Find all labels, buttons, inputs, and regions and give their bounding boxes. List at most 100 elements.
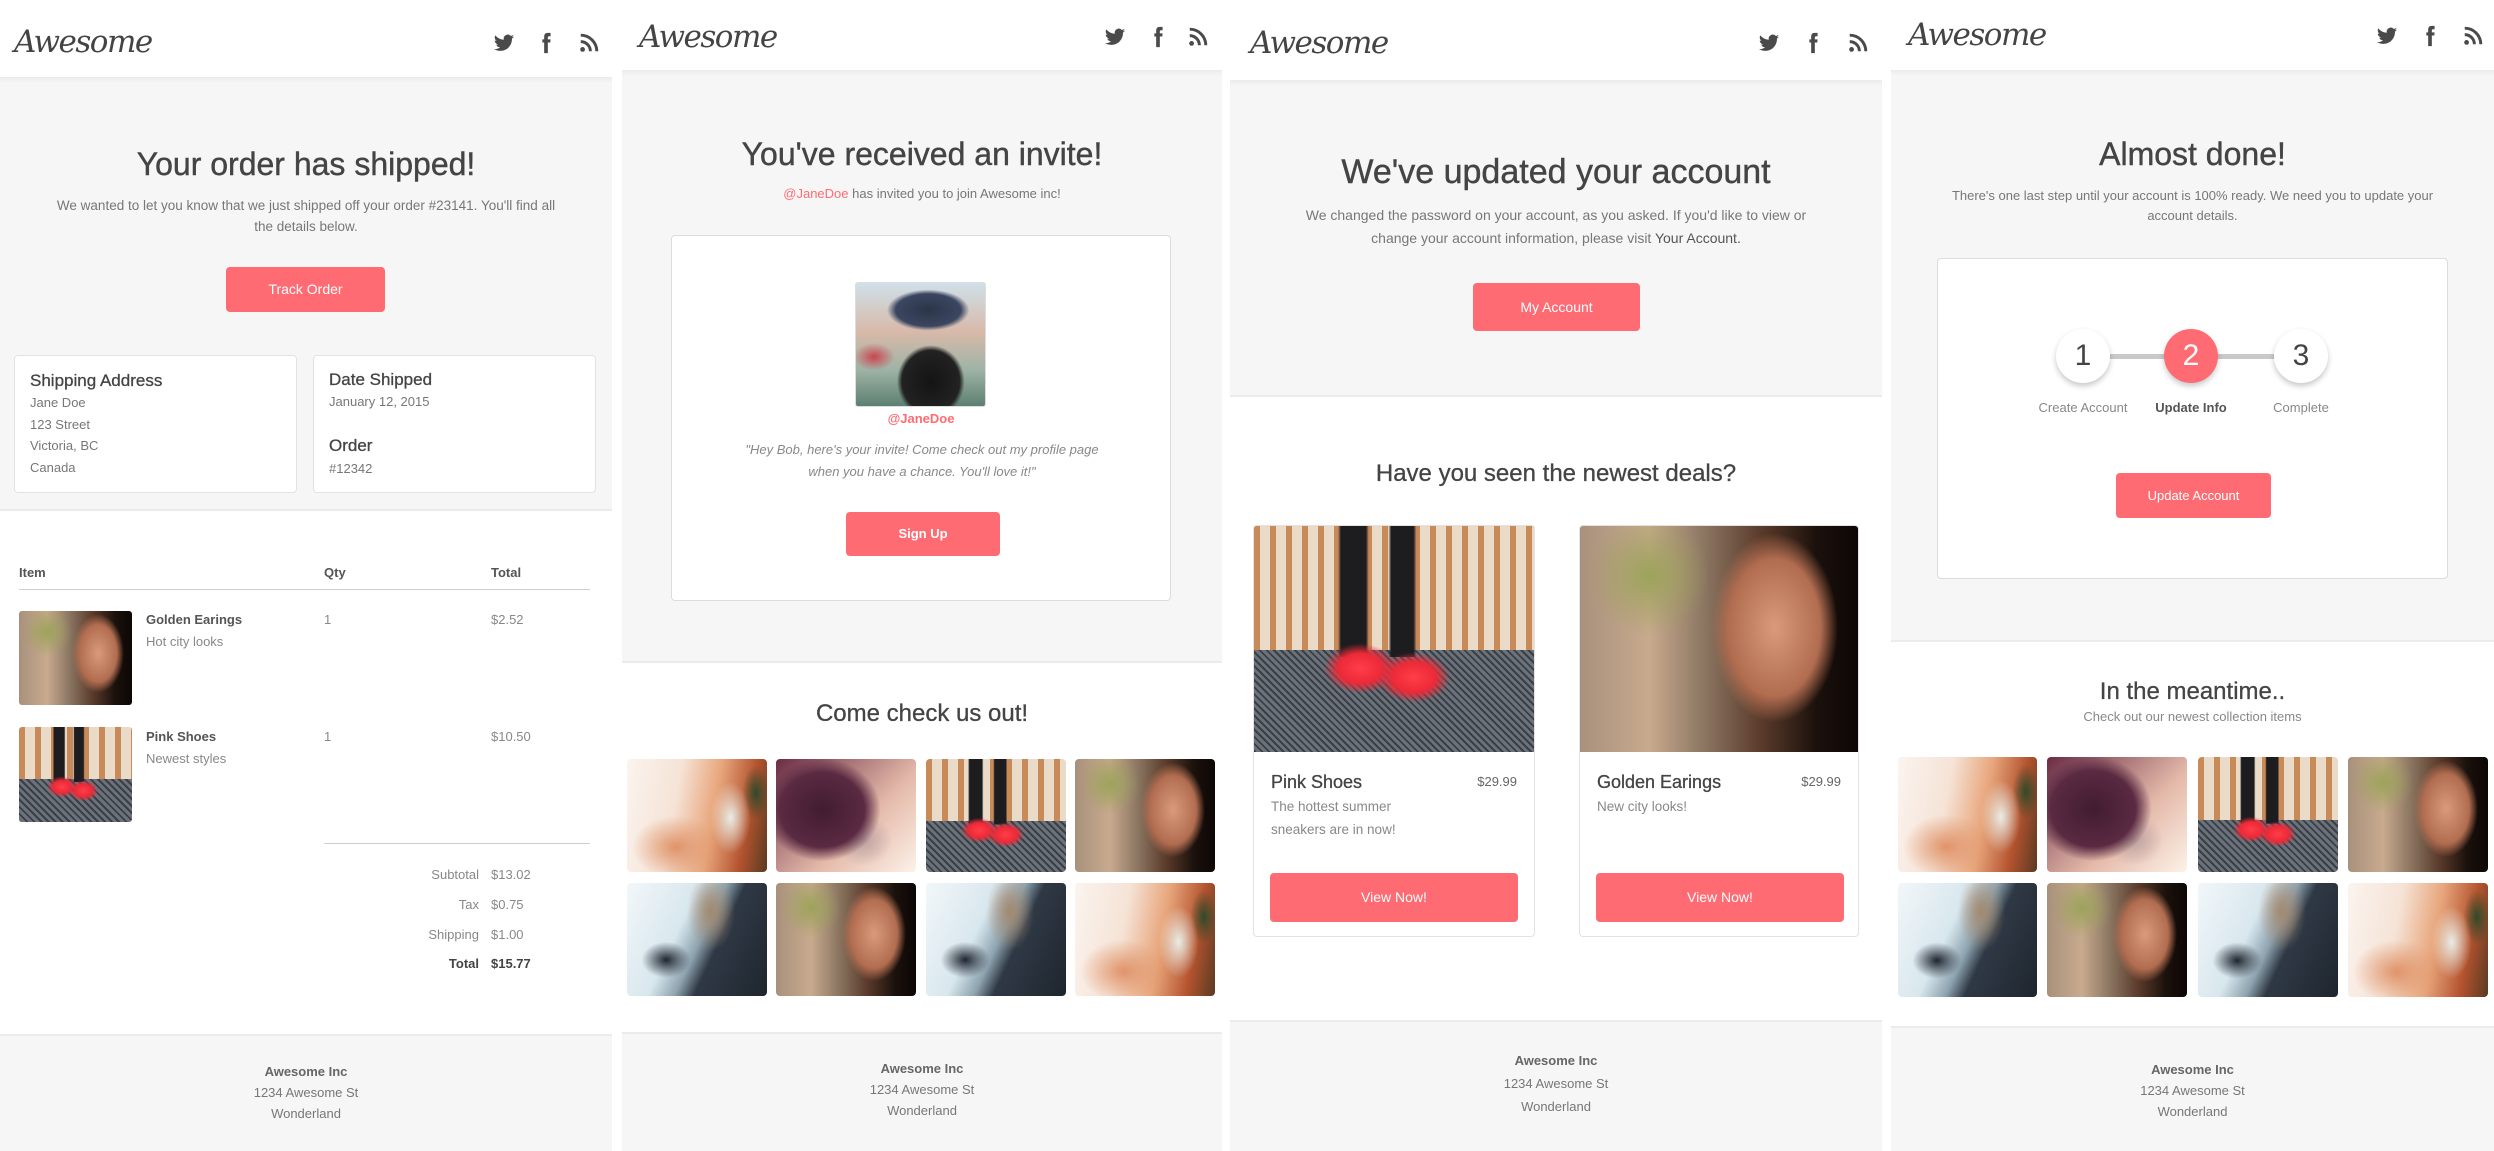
footer-address: Awesome Inc 1234 Awesome St Wonderland [0,1061,612,1124]
footer-city: Wonderland [2157,1104,2228,1119]
column-header-qty: Qty [324,565,346,580]
meantime-subtitle: Check out our newest collection items [2083,709,2302,724]
deal-image[interactable] [1580,526,1858,752]
deal-description: The hottest summer sneakers are in now! [1271,799,1396,837]
inviter-avatar[interactable] [855,282,986,407]
intro-text: There's one last step until your account… [1951,188,2434,223]
product-description: Hot city looks [146,634,224,649]
gallery-item[interactable] [2198,883,2338,997]
twitter-icon[interactable] [1758,32,1780,54]
profile-handle[interactable]: @JaneDoe [672,410,1170,428]
twitter-icon[interactable] [1104,26,1126,48]
page-title: We've updated your account [1341,153,1771,191]
footer-address: Awesome Inc 1234 Awesome St Wonderland [622,1058,1222,1121]
gallery-item[interactable] [2047,757,2187,872]
invite-quote: "Hey Bob, here's your invite! Come check… [745,442,1099,479]
footer-address: Awesome Inc 1234 Awesome St Wonderland [1891,1059,2494,1122]
tax-value: $0.75 [491,897,524,912]
twitter-icon[interactable] [493,32,515,54]
product-name: Pink Shoes [146,729,217,744]
address-line: 123 Street [30,416,90,432]
gallery-item[interactable] [627,883,767,996]
email-header: Awesome [0,0,612,77]
gallery-item[interactable] [926,759,1066,872]
gallery-item[interactable] [776,883,916,996]
column-header-item: Item [19,565,46,580]
update-account-button[interactable]: Update Account [2116,473,2271,518]
logo[interactable]: Awesome [14,24,153,60]
twitter-icon[interactable] [2376,25,2398,47]
page-title: Your order has shipped! [136,146,476,182]
footer-city: Wonderland [1521,1099,1591,1114]
facebook-icon[interactable] [2419,25,2441,47]
gallery-item[interactable] [1075,759,1215,872]
gallery-item[interactable] [2348,883,2488,997]
gallery-item[interactable] [1898,883,2037,997]
deal-price: $29.99 [1477,774,1517,789]
product-name: Golden Earings [146,612,243,627]
view-now-button[interactable]: View Now! [1596,873,1844,922]
track-order-button[interactable]: Track Order [226,267,385,312]
page-title: Almost done! [2099,136,2286,172]
shipping-address-heading: Shipping Address [30,371,163,390]
table-divider [19,589,590,590]
gallery-item[interactable] [926,883,1066,996]
step-1-indicator: 1 [2056,329,2110,383]
facebook-icon[interactable] [535,32,557,54]
step-3-indicator: 3 [2274,329,2328,383]
order-number: #12342 [329,461,373,476]
gallery-item[interactable] [1075,883,1215,996]
page-title: You've received an invite! [741,136,1103,172]
email-header: Awesome [1891,0,2494,70]
deal-card: Pink Shoes $29.99 The hottest summer sne… [1253,525,1535,937]
gallery-item[interactable] [2198,757,2338,872]
rss-icon[interactable] [1187,26,1209,48]
date-shipped-value: January 12, 2015 [329,394,430,409]
email-footer: Awesome Inc 1234 Awesome St Wonderland [0,1034,612,1151]
step-2-indicator: 2 [2164,329,2218,383]
gallery-item[interactable] [2047,883,2187,997]
rss-icon[interactable] [2462,25,2484,47]
column-header-total: Total [491,565,522,580]
my-account-button[interactable]: My Account [1473,283,1640,331]
progress-card: 1 2 3 Create Account Update Info Complet… [1937,258,2448,579]
footer-street: 1234 Awesome St [253,1085,359,1100]
gallery-item[interactable] [1898,757,2037,872]
rss-icon[interactable] [1847,32,1869,54]
product-qty: 1 [324,729,332,744]
meantime-title: In the meantime.. [2099,678,2286,705]
gallery-item[interactable] [2348,757,2488,872]
inviter-link[interactable]: @JaneDoe [783,186,848,201]
email-header: Awesome [622,0,1222,70]
deal-name: Golden Earings [1597,772,1722,792]
sign-up-button[interactable]: Sign Up [846,512,1000,556]
order-info-card: Date Shipped January 12, 2015 Order #123… [313,355,596,493]
shipping-value: $1.00 [491,927,524,942]
logo[interactable]: Awesome [1908,17,2047,53]
footer-company: Awesome Inc [880,1061,964,1076]
footer-company: Awesome Inc [2151,1062,2234,1077]
product-qty: 1 [324,612,332,627]
logo[interactable]: Awesome [1250,25,1389,61]
deal-card: Golden Earings $29.99 New city looks! Vi… [1579,525,1859,937]
facebook-icon[interactable] [1147,26,1169,48]
product-image [19,611,132,705]
invite-message: has invited you to join Awesome inc! [848,186,1061,201]
gallery-item[interactable] [776,759,916,872]
deal-image[interactable] [1254,526,1534,752]
email-invite: Awesome You've received an invite! @Jane… [622,0,1222,1151]
rss-icon[interactable] [578,32,600,54]
deal-price: $29.99 [1801,774,1841,789]
invite-text: @JaneDoe has invited you to join Awesome… [622,185,1222,203]
deals-title: Have you seen the newest deals? [1375,460,1737,487]
product-image [19,727,132,822]
gallery-item[interactable] [627,759,767,872]
email-account-updated: Awesome We've updated your account We ch… [1230,0,1882,1151]
logo[interactable]: Awesome [639,19,778,55]
facebook-icon[interactable] [1802,32,1824,54]
view-now-button[interactable]: View Now! [1270,873,1518,922]
footer-company: Awesome Inc [1514,1053,1598,1068]
your-account-link[interactable]: Your Account. [1655,230,1741,246]
deal-description: New city looks! [1597,799,1688,814]
product-total: $10.50 [491,729,531,744]
